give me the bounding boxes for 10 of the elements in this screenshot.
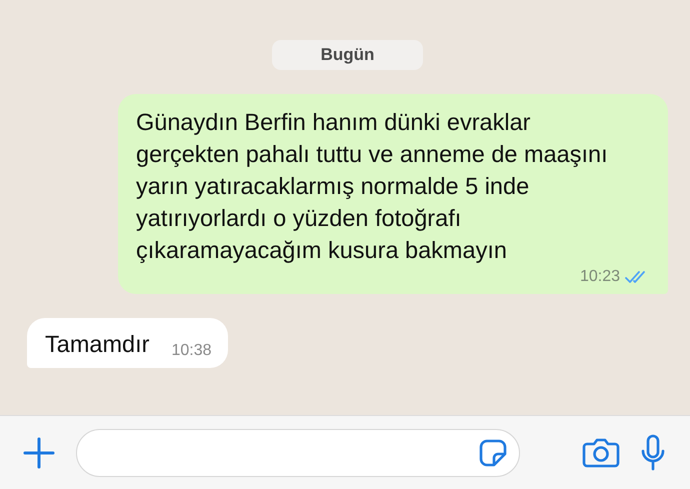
microphone-button[interactable]: [640, 434, 666, 472]
camera-button[interactable]: [582, 438, 620, 468]
message-text: Günaydın Berfin hanım dünki evraklar gerçekten pahalı tuttu ve anneme de maaşını yarın yatıracaklarmış normalde 5 inde yatırıyorlardı o yüzden fotoğrafı çıkaramayacağım kusura bakmayın: [136, 108, 609, 265]
message-text: Tamamdır: [45, 330, 150, 359]
sticker-icon[interactable]: [479, 438, 507, 466]
message-time: 10:23: [580, 268, 620, 286]
date-chip: Bugün: [272, 40, 424, 70]
message-input-field[interactable]: [76, 428, 520, 476]
add-button[interactable]: [22, 436, 56, 470]
message-time: 10:38: [171, 342, 212, 360]
